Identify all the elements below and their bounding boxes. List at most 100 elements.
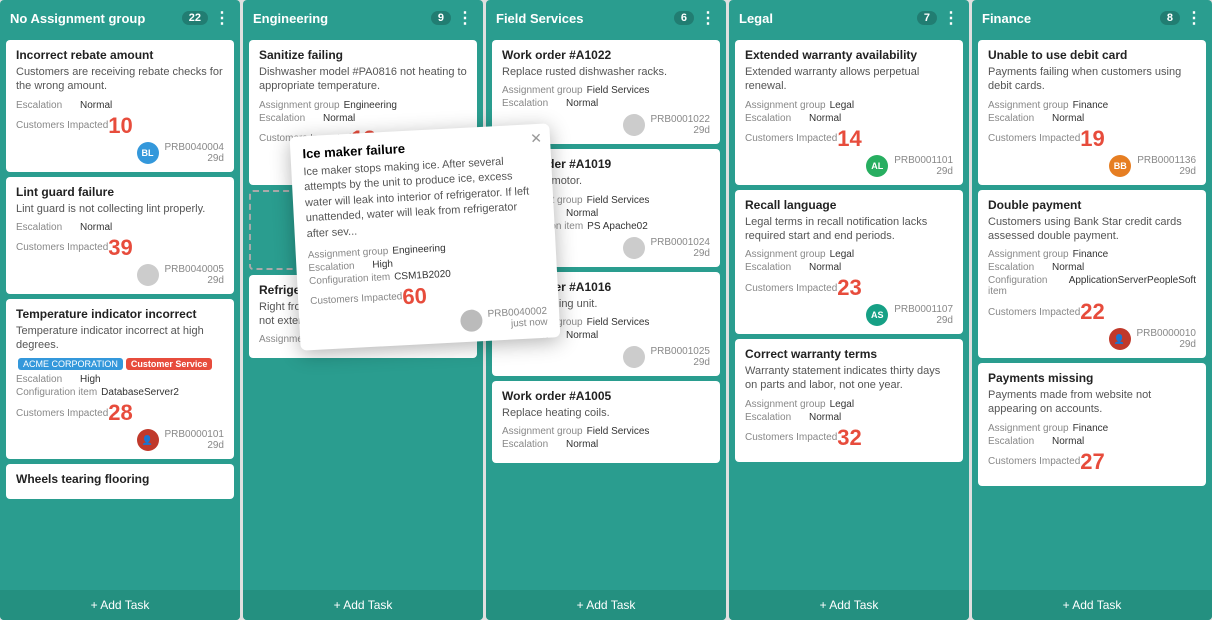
popup-config-value: CSM1B2020 bbox=[394, 269, 451, 283]
col-menu-finance[interactable]: ⋮ bbox=[1186, 8, 1202, 28]
label-escalation: Escalation bbox=[745, 412, 805, 423]
label-assignment: Assignment group bbox=[745, 249, 826, 260]
label-escalation: Escalation bbox=[16, 222, 76, 233]
add-task-engineering[interactable]: + Add Task bbox=[243, 590, 483, 620]
card-title: Sanitize failing bbox=[259, 48, 467, 62]
kanban-board: No Assignment group 22 ⋮ Incorrect rebat… bbox=[0, 0, 1212, 620]
val-escalation: Normal bbox=[80, 100, 112, 111]
add-task-field-services[interactable]: + Add Task bbox=[486, 590, 726, 620]
label-escalation: Escalation bbox=[988, 113, 1048, 124]
col-count-no-assignment: 22 bbox=[182, 11, 208, 25]
label-impacted: Customers Impacted bbox=[16, 242, 108, 253]
card-title: Extended warranty availability bbox=[745, 48, 953, 62]
card-avatar-unassigned bbox=[623, 114, 645, 136]
card[interactable]: Double paymentCustomers using Bank Star … bbox=[978, 190, 1206, 359]
card-desc: Dishwasher model #PA0816 not heating to … bbox=[259, 65, 467, 94]
col-count-field-services: 6 bbox=[674, 11, 694, 25]
val-escalation: Normal bbox=[566, 208, 598, 219]
card[interactable]: Payments missing Payments made from websi… bbox=[978, 363, 1206, 486]
col-menu-engineering[interactable]: ⋮ bbox=[457, 8, 473, 28]
card-ticket-id: PRB000102229d bbox=[651, 114, 711, 136]
card-title: Payments missing bbox=[988, 371, 1196, 385]
label-escalation: Escalation bbox=[16, 374, 76, 385]
col-header-finance: Finance 8 ⋮ bbox=[972, 0, 1212, 36]
columns-container: No Assignment group 22 ⋮ Incorrect rebat… bbox=[0, 0, 1212, 620]
card-avatar: AL bbox=[866, 155, 888, 177]
card[interactable]: Recall languageLegal terms in recall not… bbox=[735, 190, 963, 335]
card-desc: Payments made from website not appearing… bbox=[988, 388, 1196, 417]
label-assignment: Assignment group bbox=[745, 100, 826, 111]
card-title: Work order #A1005 bbox=[502, 389, 710, 403]
val-assignment: Field Services bbox=[587, 195, 650, 206]
label-escalation: Escalation bbox=[745, 113, 805, 124]
val-assignment: Field Services bbox=[587, 426, 650, 437]
card-avatar: BL bbox=[137, 142, 159, 164]
card-ticket-id: PRB000110729d bbox=[894, 304, 953, 326]
label-escalation: Escalation bbox=[502, 98, 562, 109]
label-escalation: Escalation bbox=[16, 100, 76, 111]
val-assignment: Finance bbox=[1073, 423, 1109, 434]
popup-ticket-id: PRB0040002 just now bbox=[487, 306, 548, 331]
col-count-finance: 8 bbox=[1160, 11, 1180, 25]
card[interactable]: Unable to use debit cardPayments failing… bbox=[978, 40, 1206, 185]
card-desc: Legal terms in recall notification lacks… bbox=[745, 215, 953, 244]
popup-impacted-label: Customers Impacted bbox=[310, 292, 403, 308]
num-impacted: 32 bbox=[837, 427, 861, 449]
card-desc: Temperature indicator incorrect at high … bbox=[16, 324, 224, 353]
card-ticket-id: PRB004000529d bbox=[165, 264, 225, 286]
num-impacted: 14 bbox=[837, 128, 861, 150]
card-title: Wheels tearing flooring bbox=[16, 472, 224, 486]
val-escalation: Normal bbox=[1052, 113, 1084, 124]
card[interactable]: Lint guard failureLint guard is not coll… bbox=[6, 177, 234, 294]
val-config: DatabaseServer2 bbox=[101, 387, 179, 398]
card-title: Incorrect rebate amount bbox=[16, 48, 224, 62]
popup-assignment-value: Engineering bbox=[392, 243, 446, 257]
label-impacted: Customers Impacted bbox=[988, 133, 1080, 144]
val-assignment: Legal bbox=[830, 100, 854, 111]
label-assignment: Assignment group bbox=[502, 426, 583, 437]
add-task-finance[interactable]: + Add Task bbox=[972, 590, 1212, 620]
card-avatar-unassigned bbox=[623, 237, 645, 259]
num-impacted: 23 bbox=[837, 277, 861, 299]
num-impacted: 22 bbox=[1080, 301, 1104, 323]
card-avatar-unassigned bbox=[623, 346, 645, 368]
card-ticket-id: PRB004000429d bbox=[165, 142, 225, 164]
card-badges: ACME CORPORATIONCustomer Service bbox=[16, 358, 224, 370]
card-desc: Lint guard is not collecting lint proper… bbox=[16, 202, 224, 216]
card-desc: Replace rusted dishwasher racks. bbox=[502, 65, 710, 79]
label-escalation: Escalation bbox=[988, 436, 1048, 447]
col-menu-no-assignment[interactable]: ⋮ bbox=[214, 8, 230, 28]
col-menu-legal[interactable]: ⋮ bbox=[943, 8, 959, 28]
card[interactable]: Wheels tearing flooring bbox=[6, 464, 234, 499]
label-impacted: Customers Impacted bbox=[988, 456, 1080, 467]
col-menu-field-services[interactable]: ⋮ bbox=[700, 8, 716, 28]
num-impacted: 28 bbox=[108, 402, 132, 424]
label-impacted: Customers Impacted bbox=[745, 283, 837, 294]
card-ticket-id: PRB000010129d bbox=[165, 429, 225, 451]
card[interactable]: Temperature indicator incorrectTemperatu… bbox=[6, 299, 234, 460]
val-escalation: Normal bbox=[566, 98, 598, 109]
label-impacted: Customers Impacted bbox=[745, 432, 837, 443]
label-impacted: Customers Impacted bbox=[16, 120, 108, 131]
popup-close-icon[interactable]: ✕ bbox=[530, 130, 543, 148]
card[interactable]: Correct warranty termsWarranty statement… bbox=[735, 339, 963, 462]
add-task-legal[interactable]: + Add Task bbox=[729, 590, 969, 620]
card[interactable]: Extended warranty availabilityExtended w… bbox=[735, 40, 963, 185]
card-avatar: 👤 bbox=[137, 429, 159, 451]
cards-area-legal: Extended warranty availabilityExtended w… bbox=[729, 36, 969, 590]
card-desc: Customers using Bank Star credit cards a… bbox=[988, 215, 1196, 244]
add-task-no-assignment[interactable]: + Add Task bbox=[0, 590, 240, 620]
card-avatar: AS bbox=[866, 304, 888, 326]
val-assignment: Legal bbox=[830, 399, 854, 410]
col-title-engineering: Engineering bbox=[253, 11, 425, 26]
card-ticket-id: PRB000001029d bbox=[1137, 328, 1197, 350]
num-impacted: 19 bbox=[1080, 128, 1104, 150]
card[interactable]: Incorrect rebate amountCustomers are rec… bbox=[6, 40, 234, 172]
column-finance: Finance 8 ⋮ Unable to use debit cardPaym… bbox=[972, 0, 1212, 620]
val-assignment: Legal bbox=[830, 249, 854, 260]
val-config: PS Apache02 bbox=[587, 221, 648, 232]
label-assignment: Assignment group bbox=[745, 399, 826, 410]
val-assignment: Field Services bbox=[587, 85, 650, 96]
card[interactable]: Work order #A1005Replace heating coils.A… bbox=[492, 381, 720, 463]
popup-card[interactable]: ✕ Ice maker failure Ice maker stops maki… bbox=[290, 123, 561, 350]
